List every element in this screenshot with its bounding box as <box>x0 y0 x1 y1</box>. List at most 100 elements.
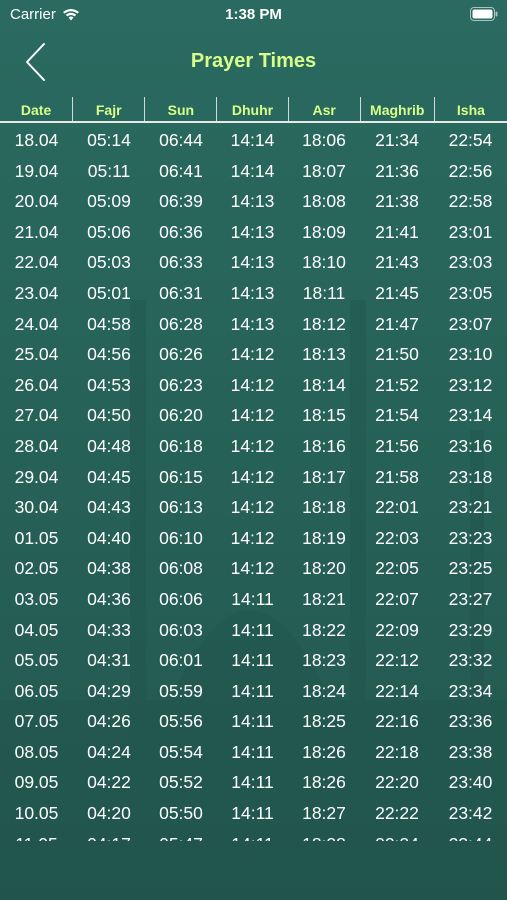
table-row: 02.05 04:38 06:08 14:12 18:20 22:05 23:25 <box>0 553 507 584</box>
status-bar: Carrier 1:38 PM <box>0 0 507 28</box>
cell-sun: 06:01 <box>159 650 203 671</box>
cell-dhuhr: 14:13 <box>230 313 275 334</box>
cell-isha: 23:42 <box>448 803 493 824</box>
column-header-dhuhr: Dhuhr <box>217 97 289 121</box>
cell-dhuhr: 14:12 <box>230 466 275 487</box>
cell-dhuhr: 14:13 <box>230 252 275 273</box>
cell-maghrib: 21:41 <box>375 221 419 242</box>
cell-fajr: 04:38 <box>87 558 131 579</box>
cell-asr: 18:21 <box>302 588 346 609</box>
cell-fajr: 04:36 <box>87 588 131 609</box>
cell-asr: 18:08 <box>302 191 346 212</box>
cell-date: 08.05 <box>14 741 59 762</box>
cell-fajr: 05:01 <box>87 282 131 303</box>
cell-isha: 23:18 <box>448 466 493 487</box>
column-header-asr: Asr <box>289 97 361 121</box>
table-row: 30.04 04:43 06:13 14:12 18:18 22:01 23:21 <box>0 492 507 523</box>
cell-dhuhr: 14:13 <box>230 191 275 212</box>
cell-isha: 23:44 <box>434 829 507 841</box>
cell-dhuhr: 14:14 <box>230 160 275 181</box>
page-title: Prayer Times <box>190 50 317 72</box>
cell-fajr: 04:58 <box>87 313 131 334</box>
cell-isha: 23:38 <box>448 741 493 762</box>
cell-maghrib: 21:56 <box>375 435 419 456</box>
table-row: 10.05 04:20 05:50 14:11 18:27 22:22 23:42 <box>0 798 507 829</box>
cell-sun: 06:26 <box>159 344 203 365</box>
cell-date: 09.05 <box>14 772 59 793</box>
cell-maghrib: 21:43 <box>375 252 419 273</box>
cell-date: 28.04 <box>14 435 59 456</box>
cell-sun: 06:13 <box>159 497 203 518</box>
cell-isha: 22:58 <box>448 191 493 212</box>
cell-fajr: 04:22 <box>87 772 131 793</box>
cell-date: 24.04 <box>14 313 59 334</box>
cell-dhuhr: 14:11 <box>231 680 274 701</box>
cell-dhuhr: 14:13 <box>230 221 275 242</box>
cell-sun: 06:03 <box>159 619 203 640</box>
cell-sun: 06:31 <box>159 282 203 303</box>
table-row: 03.05 04:36 06:06 14:11 18:21 22:07 23:27 <box>0 584 507 615</box>
cell-dhuhr: 14:11 <box>231 650 274 671</box>
cell-isha: 23:40 <box>448 772 493 793</box>
cell-asr: 18:14 <box>302 374 346 395</box>
column-header-sun: Sun <box>145 97 218 121</box>
cell-maghrib: 21:45 <box>375 282 419 303</box>
cell-isha: 23:10 <box>448 344 493 365</box>
cell-maghrib: 22:16 <box>375 711 419 732</box>
cell-fajr: 04:24 <box>87 741 131 762</box>
cell-maghrib: 22:03 <box>375 527 419 548</box>
cell-fajr: 04:20 <box>87 803 131 824</box>
cell-isha: 23:21 <box>448 497 493 518</box>
cell-sun: 05:47 <box>145 829 217 841</box>
cell-dhuhr: 14:11 <box>231 619 274 640</box>
cell-date: 18.04 <box>14 130 59 150</box>
column-header-date: Date <box>0 97 74 121</box>
cell-sun: 06:41 <box>159 160 203 181</box>
cell-dhuhr: 14:11 <box>231 741 274 762</box>
cell-sun: 06:15 <box>159 466 203 487</box>
cell-asr: 18:24 <box>302 680 346 701</box>
cell-asr: 18:20 <box>302 558 346 579</box>
cell-date: 10.05 <box>14 803 59 824</box>
cell-maghrib: 22:07 <box>375 588 419 609</box>
column-header-fajr: Fajr <box>73 97 146 121</box>
cell-dhuhr: 14:11 <box>231 803 274 824</box>
cell-isha: 23:27 <box>448 588 493 609</box>
cell-isha: 23:32 <box>448 650 493 671</box>
table-row: 21.04 05:06 06:36 14:13 18:09 21:41 23:01 <box>0 217 507 248</box>
table-row: 09.05 04:22 05:52 14:11 18:26 22:20 23:40 <box>0 767 507 798</box>
table-body: 18.04 05:14 06:44 14:14 18:06 21:34 22:54 19.04… <box>0 125 507 841</box>
cell-fajr: 04:45 <box>87 466 131 487</box>
cell-fajr: 04:33 <box>87 619 131 640</box>
cell-dhuhr: 14:12 <box>230 435 275 456</box>
cell-maghrib: 22:24 <box>360 829 434 841</box>
cell-dhuhr: 14:14 <box>230 130 275 150</box>
table-row: 27.04 04:50 06:20 14:12 18:15 21:54 23:14 <box>0 400 507 431</box>
prayer-times-table[interactable]: Date Fajr Sun Dhuhr Asr Maghrib Isha 18.04 05:1… <box>0 97 507 841</box>
cell-sun: 06:06 <box>159 588 203 609</box>
status-time: 1:38 PM <box>225 6 282 23</box>
cell-isha: 23:25 <box>448 558 493 579</box>
cell-asr: 18:16 <box>302 435 346 456</box>
cell-sun: 05:54 <box>159 741 203 762</box>
battery-icon <box>470 7 498 25</box>
cell-maghrib: 21:38 <box>375 191 419 212</box>
table-row: 18.04 05:14 06:44 14:14 18:06 21:34 22:54 <box>0 125 507 156</box>
column-header-isha: Isha <box>456 102 485 118</box>
cell-date: 01.05 <box>14 527 59 548</box>
cell-date: 23.04 <box>14 282 59 303</box>
cell-date: 03.05 <box>14 588 59 609</box>
cell-isha: 23:34 <box>448 680 493 701</box>
cell-date: 25.04 <box>14 344 59 365</box>
column-header-maghrib: Maghrib <box>361 97 435 121</box>
cell-dhuhr: 14:11 <box>231 588 274 609</box>
cell-isha: 23:23 <box>448 527 493 548</box>
cell-asr: 18:15 <box>302 405 346 426</box>
cell-date: 21.04 <box>14 221 59 242</box>
cell-sun: 06:10 <box>159 527 203 548</box>
cell-maghrib: 21:36 <box>375 160 419 181</box>
cell-sun: 05:59 <box>159 680 203 701</box>
cell-isha: 23:36 <box>448 711 493 732</box>
table-header: Date Fajr Sun Dhuhr Asr Maghrib Isha <box>0 97 507 123</box>
cell-fajr: 04:50 <box>87 405 131 426</box>
